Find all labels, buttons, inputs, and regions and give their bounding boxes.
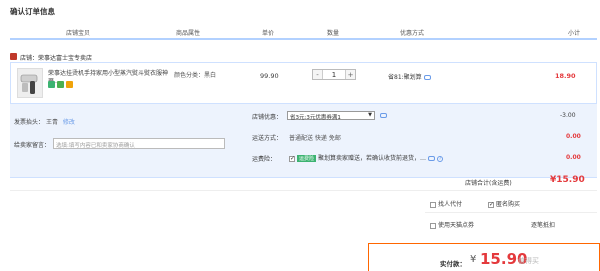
shop-promo-selected: 省3元:3元优惠券满1 (290, 115, 341, 121)
pay-for-me-checkbox[interactable] (430, 201, 436, 208)
insurance-label: 运费险： (252, 156, 277, 163)
shipping-amount: 0.00 (566, 133, 581, 140)
payment-label: 实付款： (440, 260, 466, 268)
shipping-method: 普通配送 快递 免邮 (289, 135, 341, 142)
section-divider (10, 190, 597, 191)
col-header-promo: 优惠方式 (400, 30, 425, 37)
dropdown-arrow-icon: ▼ (368, 112, 372, 118)
payment-currency: ¥ (470, 254, 477, 265)
message-label: 给卖家留言： (14, 142, 51, 149)
col-header-quantity: 数量 (327, 30, 340, 37)
quantity-decrease-button[interactable]: - (313, 70, 322, 79)
col-header-shop-item: 店铺宝贝 (66, 30, 91, 37)
steamer-image-icon (20, 74, 38, 94)
shop-promo-amount: -3.00 (560, 112, 576, 119)
col-header-attributes: 商品属性 (176, 30, 201, 37)
quantity-increase-button[interactable]: + (346, 70, 355, 79)
insurance-amount: 0.00 (566, 154, 581, 161)
product-thumbnail[interactable] (17, 68, 43, 98)
deduct-option[interactable]: 逐笔抵扣 (531, 220, 555, 229)
header-divider (10, 38, 597, 40)
help-icon[interactable]: ? (437, 156, 444, 162)
item-promo-text: 省81:聚划算 (388, 74, 422, 81)
insurance-row: 运费险聚划算卖家赠送，若确认收货前退货，…? (289, 153, 444, 162)
product-attributes: 颜色分类：黑白 (174, 72, 217, 79)
col-header-subtotal: 小计 (568, 30, 581, 37)
invoice-row: 发票抬头： 王青 修改 (14, 117, 75, 126)
insurance-tag: 运费险 (297, 155, 317, 162)
pay-for-me-option[interactable]: 找人代付 (430, 199, 462, 208)
tmall-points-checkbox[interactable] (430, 222, 436, 229)
chat-bubble-icon[interactable] (380, 113, 387, 118)
shipping-label: 运送方式： (252, 135, 283, 142)
tmall-points-option[interactable]: 使用天猫点券 (430, 220, 474, 229)
quantity-stepper: - 1 + (312, 69, 356, 80)
chat-bubble-icon[interactable] (423, 75, 431, 80)
quantity-input[interactable]: 1 (322, 70, 346, 79)
anonymous-checkbox[interactable] (488, 201, 494, 208)
shop-promo-label: 店铺优惠： (252, 114, 283, 121)
page-title: 确认订单信息 (10, 7, 55, 16)
message-input[interactable]: 选填:填写内容已和卖家协商确认 (53, 138, 225, 149)
pay-for-me-label: 找人代付 (438, 201, 463, 208)
item-subtotal: 18.90 (555, 72, 576, 80)
watermark-text: 值得买 (518, 257, 539, 265)
anonymous-option[interactable]: 匿名购买 (488, 199, 520, 208)
item-promo: 省81:聚划算 (388, 72, 431, 81)
credit-card-icon (66, 81, 73, 88)
tmall-points-label: 使用天猫点券 (438, 222, 475, 229)
insurance-checkbox[interactable] (289, 155, 295, 162)
shop-name[interactable]: 店铺：荣事达富士宝专卖店 (20, 53, 92, 62)
col-header-unit-price: 单价 (262, 30, 275, 37)
insurance-description: 聚划算卖家赠送，若确认收货前退货，… (318, 155, 427, 162)
shop-total-label: 店铺合计(含运费) (465, 180, 512, 187)
guarantee-icon (57, 81, 64, 88)
service-badges (48, 81, 75, 90)
shop-total-amount: ¥15.90 (550, 175, 585, 185)
unit-price: 99.90 (260, 72, 279, 80)
options-divider (425, 212, 597, 213)
seven-day-return-icon (48, 81, 55, 88)
invoice-edit-link[interactable]: 修改 (63, 119, 75, 126)
chat-bubble-icon[interactable] (428, 156, 436, 161)
shop-icon (10, 53, 17, 60)
shop-promo-select[interactable]: 省3元:3元优惠券满1 ▼ (287, 111, 375, 121)
invoice-label: 发票抬头： (14, 119, 45, 126)
invoice-value: 王青 (45, 119, 58, 126)
anonymous-label: 匿名购买 (496, 201, 521, 208)
